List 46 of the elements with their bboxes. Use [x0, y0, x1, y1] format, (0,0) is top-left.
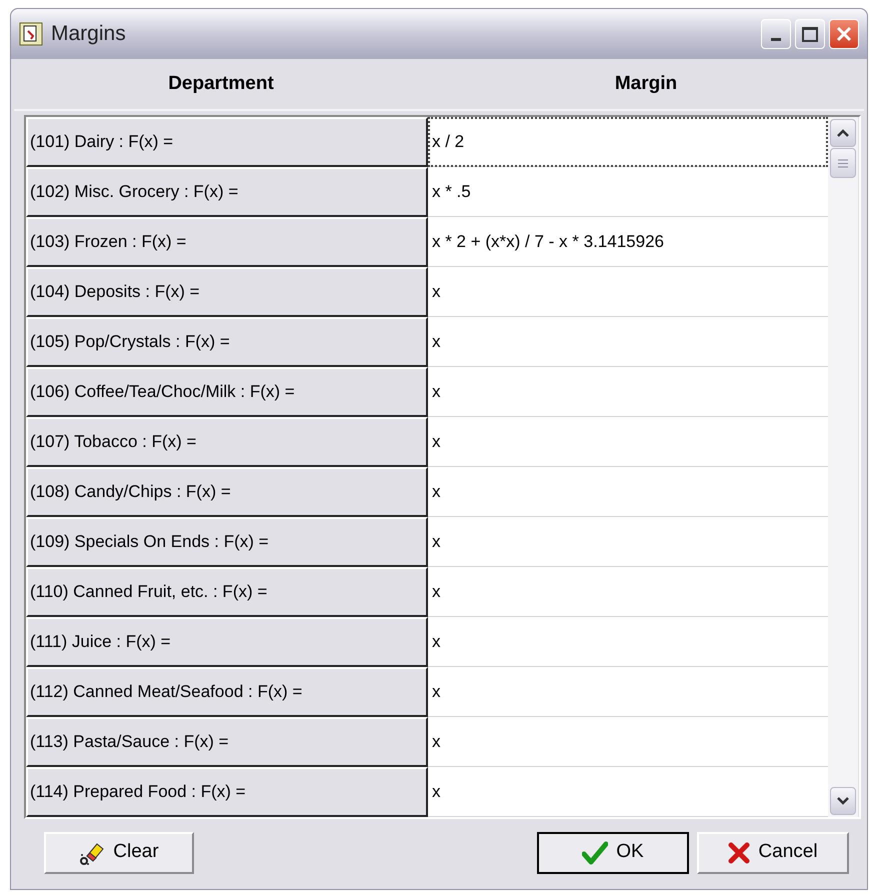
- margin-field[interactable]: x: [428, 717, 828, 767]
- scroll-down-button[interactable]: [830, 787, 856, 815]
- margin-field[interactable]: x: [428, 767, 828, 817]
- margin-field[interactable]: x: [428, 617, 828, 667]
- department-label: (101) Dairy : F(x) =: [26, 117, 428, 167]
- scrollbar[interactable]: [828, 117, 858, 817]
- margin-field[interactable]: x: [428, 567, 828, 617]
- department-label: (108) Candy/Chips : F(x) =: [26, 467, 428, 517]
- department-label: (111) Juice : F(x) =: [26, 617, 428, 667]
- department-label: (109) Specials On Ends : F(x) =: [26, 517, 428, 567]
- margin-field[interactable]: x: [428, 367, 828, 417]
- ok-button[interactable]: OK: [537, 832, 689, 874]
- window-title: Margins: [51, 21, 127, 48]
- department-label: (107) Tobacco : F(x) =: [26, 417, 428, 467]
- window-icon: [19, 22, 43, 46]
- margin-field[interactable]: x: [428, 517, 828, 567]
- department-label: (103) Frozen : F(x) =: [26, 217, 428, 267]
- department-label: (112) Canned Meat/Seafood : F(x) =: [26, 667, 428, 717]
- cancel-button[interactable]: Cancel: [697, 832, 849, 874]
- margin-field[interactable]: x: [428, 667, 828, 717]
- scroll-up-button[interactable]: [830, 119, 856, 147]
- department-label: (106) Coffee/Tea/Choc/Milk : F(x) =: [26, 367, 428, 417]
- margin-field[interactable]: x * .5: [428, 167, 828, 217]
- department-label: (105) Pop/Crystals : F(x) =: [26, 317, 428, 367]
- department-label: (113) Pasta/Sauce : F(x) =: [26, 717, 428, 767]
- maximize-button[interactable]: [795, 19, 825, 49]
- margin-field[interactable]: x: [428, 467, 828, 517]
- department-label: (102) Misc. Grocery : F(x) =: [26, 167, 428, 217]
- column-header: Margin: [614, 72, 678, 96]
- close-button[interactable]: [829, 19, 859, 49]
- margin-field[interactable]: x / 2: [428, 117, 828, 167]
- minimize-button[interactable]: [761, 19, 791, 49]
- x-mark-icon: [728, 842, 750, 864]
- close-icon: [835, 25, 853, 43]
- checkmark-icon: [582, 840, 608, 864]
- department-label: (114) Prepared Food : F(x) =: [26, 767, 428, 817]
- department-label: (104) Deposits : F(x) =: [26, 267, 428, 317]
- margin-field[interactable]: x: [428, 417, 828, 467]
- scroll-thumb[interactable]: [830, 148, 856, 178]
- column-header: Department: [167, 72, 275, 96]
- grip-icon: [838, 158, 848, 168]
- margin-field[interactable]: x: [428, 317, 828, 367]
- department-label: (110) Canned Fruit, etc. : F(x) =: [26, 567, 428, 617]
- margin-field[interactable]: x * 2 + (x*x) / 7 - x * 3.1415926: [428, 217, 828, 267]
- clear-button[interactable]: Clear: [44, 832, 194, 874]
- margin-field[interactable]: x: [428, 267, 828, 317]
